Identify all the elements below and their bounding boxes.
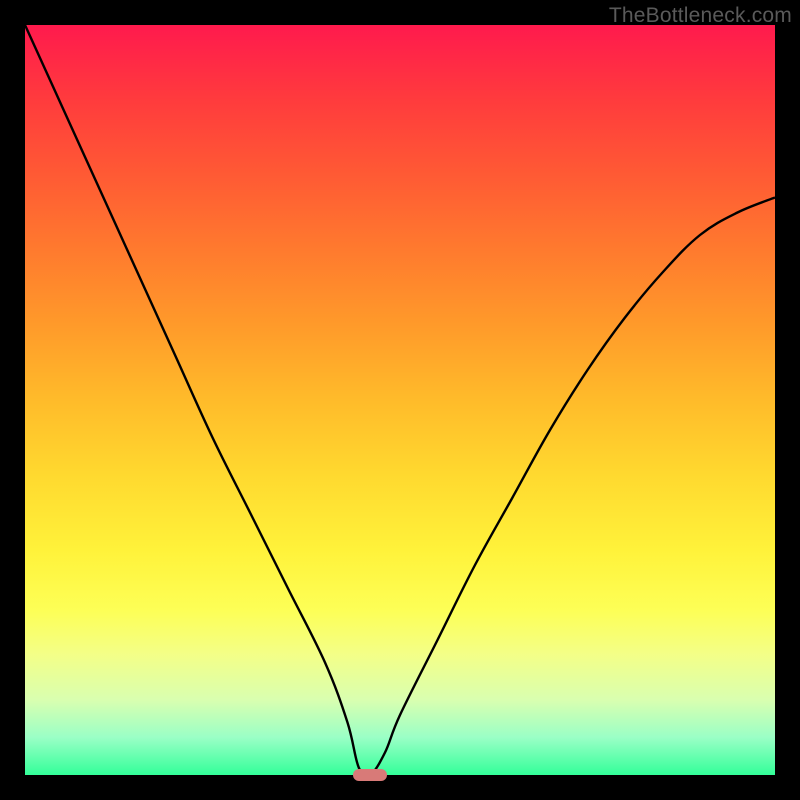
bottleneck-curve [25,25,775,775]
optimal-marker [353,769,387,781]
watermark-text: TheBottleneck.com [609,4,792,28]
chart-frame: TheBottleneck.com [0,0,800,800]
plot-area [25,25,775,775]
